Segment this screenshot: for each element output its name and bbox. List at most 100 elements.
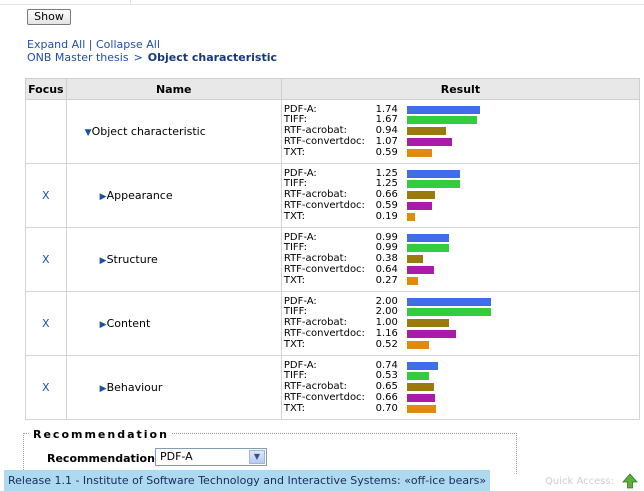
table-row: X ▶Structure PDF-A: 0.99 TIFF: 0.99 RTF-acroba… <box>25 227 641 292</box>
result-bar <box>406 308 491 317</box>
result-bar <box>406 372 429 381</box>
result-value: 0.59 <box>375 146 398 158</box>
result-bar <box>406 404 436 413</box>
top-separator <box>0 0 644 5</box>
chevron-down-icon[interactable]: ▼ <box>249 450 265 464</box>
expand-collapse-links: Expand All | Collapse All <box>27 38 160 51</box>
recommendation-legend: Recommendation <box>30 428 172 441</box>
criterion-name[interactable]: Content <box>107 317 151 330</box>
result-value: 0.19 <box>375 210 398 222</box>
result-value: 0.70 <box>375 402 398 414</box>
name-column-header: Name <box>65 78 282 100</box>
name-cell: ▶Structure <box>65 227 282 292</box>
result-bar <box>406 276 418 285</box>
result-line: TXT: 0.27 <box>282 274 639 287</box>
table-row: X ▶Behaviour PDF-A: 0.74 TIFF: 0.53 RTF-acroba… <box>25 355 641 420</box>
expand-arrow-right-icon[interactable]: ▶ <box>100 192 107 202</box>
result-line: PDF-A: 1.74 <box>282 104 639 116</box>
result-bar <box>406 212 415 221</box>
result-bar <box>406 148 432 157</box>
recommendation-selected-value: PDF-A <box>160 450 193 463</box>
breadcrumb: ONB Master thesis > Object characteristic <box>27 51 277 64</box>
result-bar <box>406 265 434 274</box>
result-line: RTF-convertdoc: 1.16 <box>282 328 639 340</box>
focus-cell[interactable]: X <box>25 291 67 356</box>
result-line: PDF-A: 2.00 <box>282 296 639 308</box>
result-column-header: Result <box>280 78 641 100</box>
result-cell: PDF-A: 0.99 TIFF: 0.99 RTF-acrobat: 0.38 RTF-c… <box>280 227 641 292</box>
criterion-name[interactable]: Object characteristic <box>92 125 206 138</box>
result-bar <box>406 297 491 306</box>
name-cell: ▼Object characteristic <box>65 99 282 164</box>
result-line: RTF-convertdoc: 0.66 <box>282 392 639 404</box>
expand-arrow-right-icon[interactable]: ▶ <box>100 384 107 394</box>
result-line: TXT: 0.19 <box>282 210 639 223</box>
expand-arrow-right-icon[interactable]: ▶ <box>100 256 107 266</box>
result-bar <box>406 180 460 189</box>
result-bar <box>406 137 452 146</box>
result-line: TXT: 0.70 <box>282 402 639 415</box>
result-bar <box>406 244 449 253</box>
footer-release-bar: Release 1.1 - Institute of Software Tech… <box>4 470 490 491</box>
result-line: TXT: 0.52 <box>282 338 639 351</box>
result-line: RTF-convertdoc: 0.64 <box>282 264 639 276</box>
result-cell: PDF-A: 1.74 TIFF: 1.67 RTF-acrobat: 0.94 RTF-c… <box>280 99 641 164</box>
result-label: TXT: <box>283 338 306 350</box>
result-bar <box>406 383 434 392</box>
result-bar <box>406 340 429 349</box>
expand-arrow-down-icon[interactable]: ▼ <box>85 128 92 138</box>
result-bar <box>406 319 449 328</box>
breadcrumb-root[interactable]: ONB Master thesis <box>27 51 129 64</box>
table-row: X ▶Content PDF-A: 2.00 TIFF: 2.00 RTF-acrobat:… <box>25 291 641 356</box>
breadcrumb-separator: > <box>133 51 143 64</box>
result-bar <box>406 191 435 200</box>
criterion-name[interactable]: Appearance <box>107 189 173 202</box>
focus-cell[interactable]: X <box>25 355 67 420</box>
table-row: ▼Object characteristic PDF-A: 1.74 TIFF: 1.6… <box>25 99 641 164</box>
result-bar <box>406 329 456 338</box>
focus-cell[interactable]: X <box>25 163 67 228</box>
result-cell: PDF-A: 2.00 TIFF: 2.00 RTF-acrobat: 1.00 RTF-c… <box>280 291 641 356</box>
up-arrow-icon[interactable] <box>622 473 638 489</box>
breadcrumb-current: Object characteristic <box>147 51 277 64</box>
expand-all-link[interactable]: Expand All <box>27 38 85 51</box>
result-bar <box>406 169 460 178</box>
result-bar <box>406 116 477 125</box>
link-separator: | <box>88 38 93 51</box>
result-bar <box>406 201 432 210</box>
result-value: 0.27 <box>375 274 398 286</box>
result-line: PDF-A: 0.99 <box>282 232 639 244</box>
recommendation-select[interactable]: PDF-A ▼ <box>155 448 267 466</box>
result-line: TXT: 0.59 <box>282 146 639 159</box>
result-bar <box>406 127 446 136</box>
results-table: Focus Name Result ▼Object characteristic… <box>25 78 641 420</box>
criterion-name[interactable]: Structure <box>107 253 158 266</box>
table-row: X ▶Appearance PDF-A: 1.25 TIFF: 1.25 RTF-acrob… <box>25 163 641 228</box>
collapse-all-link[interactable]: Collapse All <box>96 38 160 51</box>
show-button[interactable]: Show <box>27 9 71 25</box>
result-bar <box>406 255 423 264</box>
result-cell: PDF-A: 0.74 TIFF: 0.53 RTF-acrobat: 0.65 RTF-c… <box>280 355 641 420</box>
result-line: PDF-A: 1.25 <box>282 168 639 180</box>
result-line: PDF-A: 0.74 <box>282 360 639 372</box>
result-label: TXT: <box>283 146 306 158</box>
expand-arrow-right-icon[interactable]: ▶ <box>100 320 107 330</box>
result-line: RTF-convertdoc: 0.59 <box>282 200 639 212</box>
result-bar <box>406 361 438 370</box>
name-cell: ▶Behaviour <box>65 355 282 420</box>
name-cell: ▶Content <box>65 291 282 356</box>
result-label: TXT: <box>283 402 306 414</box>
focus-column-header: Focus <box>25 78 67 100</box>
recommendation-label: Recommendation: <box>47 452 160 465</box>
name-cell: ▶Appearance <box>65 163 282 228</box>
result-value: 0.52 <box>375 338 398 350</box>
result-bar <box>406 393 435 402</box>
result-bar <box>406 233 449 242</box>
criterion-name[interactable]: Behaviour <box>107 381 163 394</box>
focus-cell <box>25 99 67 164</box>
quick-access-label: Quick Access: <box>545 476 615 487</box>
result-bar <box>406 105 480 114</box>
focus-cell[interactable]: X <box>25 227 67 292</box>
result-label: TXT: <box>283 210 306 222</box>
result-line: RTF-convertdoc: 1.07 <box>282 136 639 148</box>
